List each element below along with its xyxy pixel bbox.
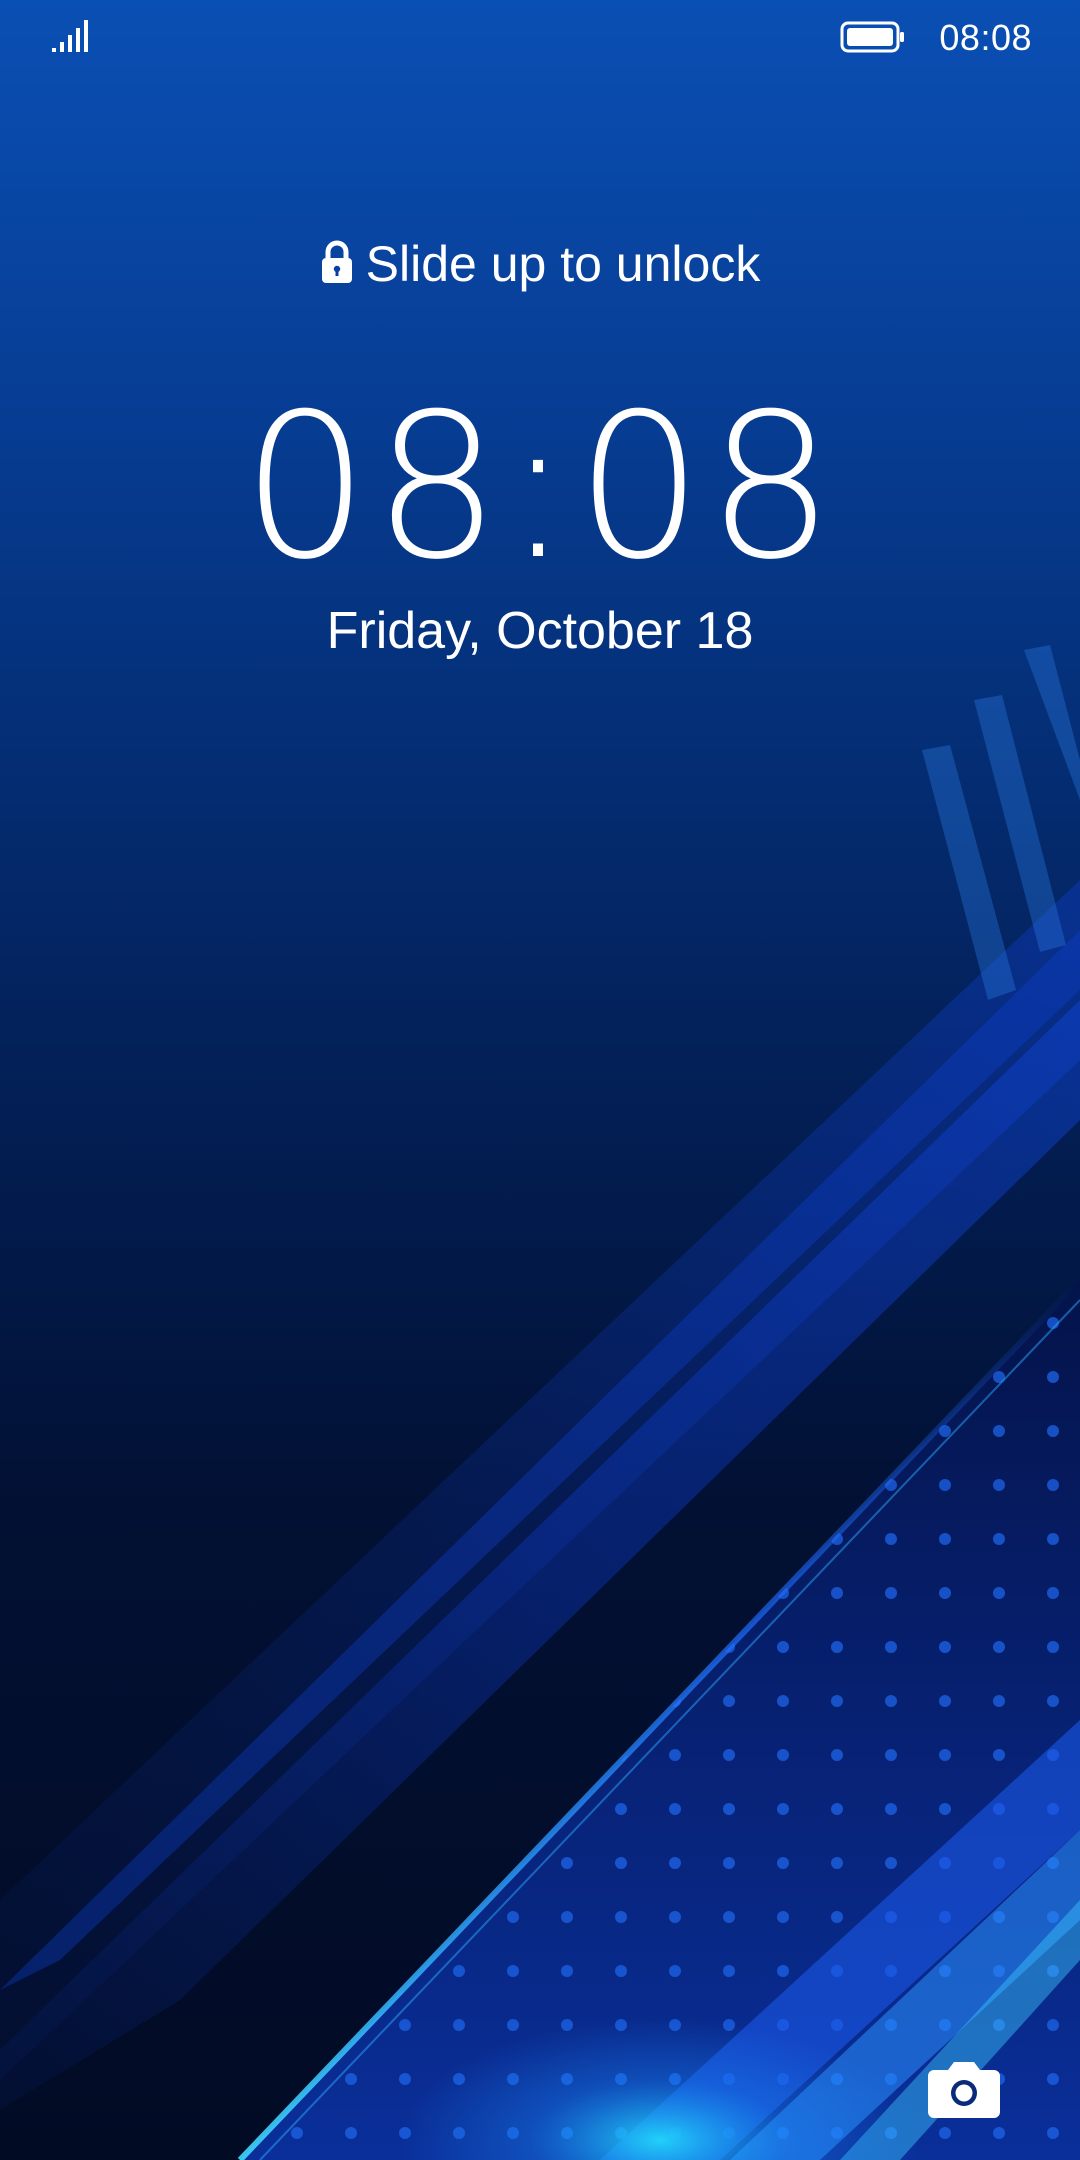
wallpaper-image <box>0 645 1080 2160</box>
lock-screen-date: Friday, October 18 <box>326 602 754 660</box>
status-bar: 08:08 <box>0 0 1080 76</box>
unlock-hint-text: Slide up to unlock <box>365 236 761 292</box>
battery-full-icon <box>840 21 904 53</box>
status-bar-time: 08:08 <box>939 17 1032 58</box>
unlock-hint: Slide up to unlock <box>0 232 1080 296</box>
signal-bars-icon <box>52 20 88 52</box>
lock-icon <box>321 240 352 283</box>
lock-screen[interactable]: 08:08 Slide up to unlock 08:08 Friday, O… <box>0 0 1080 2160</box>
lock-screen-clock: 08:08 <box>241 371 839 604</box>
camera-icon[interactable] <box>926 2058 1002 2120</box>
